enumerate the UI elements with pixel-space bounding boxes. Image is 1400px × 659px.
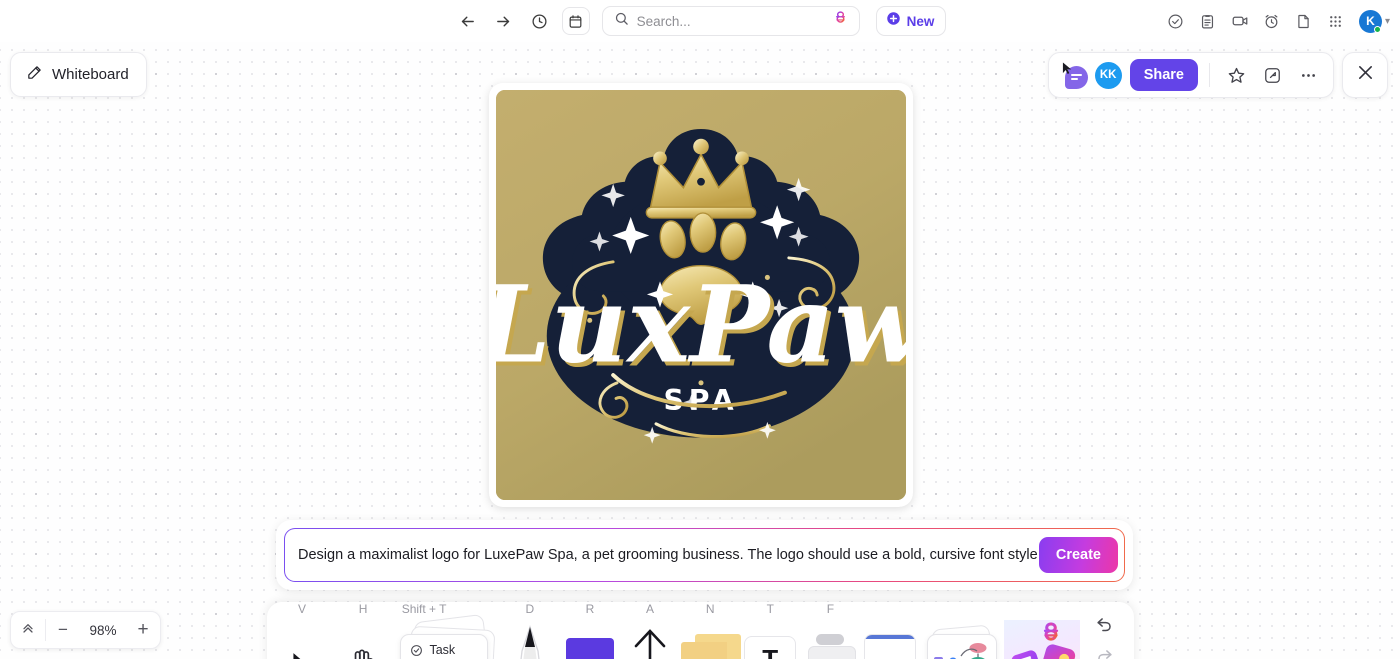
ellipsis-icon[interactable]	[1293, 60, 1323, 90]
close-icon	[1355, 62, 1376, 88]
star-icon[interactable]	[1221, 60, 1251, 90]
marker-pen-icon	[511, 624, 549, 659]
cursor-chat-icon[interactable]	[1059, 61, 1089, 89]
draw-tool[interactable]: D	[500, 602, 560, 659]
luxpaw-spa-logo-image: LuxPaw LuxPaw SPA	[496, 90, 906, 500]
frame-tool-shortcut: F	[826, 602, 835, 616]
zoom-out-button[interactable]: −	[46, 611, 80, 649]
frame-tool[interactable]: F	[800, 602, 860, 659]
user-avatar-menu[interactable]: K ▾	[1358, 9, 1390, 33]
expand-icon[interactable]	[1257, 60, 1287, 90]
collapse-toolbar-button[interactable]	[11, 611, 45, 649]
browser-top-bar: Search... New K ▾	[0, 0, 1400, 42]
clipboard-icon[interactable]	[1193, 6, 1223, 36]
apps-grid-icon[interactable]	[1321, 6, 1351, 36]
create-button[interactable]: Create	[1038, 537, 1118, 573]
whiteboard-title-chip[interactable]: Whiteboard	[10, 52, 147, 97]
template-tool[interactable]	[921, 620, 1004, 659]
hand-icon	[348, 645, 378, 659]
top-bar-right-group: K ▾	[1161, 6, 1390, 36]
image-tool[interactable]	[860, 620, 920, 659]
history-button[interactable]	[526, 7, 554, 35]
alarm-clock-icon[interactable]	[1257, 6, 1287, 36]
redo-icon[interactable]	[1090, 643, 1120, 659]
undo-redo-group	[1079, 602, 1130, 659]
search-input[interactable]: Search...	[601, 6, 860, 36]
rectangle-icon	[565, 638, 614, 659]
ai-sparkle-icon: T	[1009, 622, 1075, 659]
svg-text:LuxPaw: LuxPaw	[496, 262, 906, 386]
svg-text:SPA: SPA	[663, 384, 738, 417]
draw-tool-shortcut: D	[525, 602, 535, 616]
plus-circle-icon	[886, 11, 901, 31]
task-card-label: Task	[429, 643, 456, 657]
arrow-tool[interactable]: A	[620, 602, 680, 659]
sticky-tool-shortcut: N	[705, 602, 715, 616]
cursor-arrow-icon	[271, 624, 333, 659]
creation-toolbar: V H Shift + T Task D R A N T T F	[267, 602, 1134, 659]
shape-tool[interactable]: R	[560, 602, 620, 659]
share-button[interactable]: Share	[1129, 59, 1198, 91]
whiteboard-canvas[interactable]: Whiteboard KK Share LuxPaw LuxPaw SPA De…	[0, 42, 1400, 659]
arrow-up-icon	[633, 627, 667, 659]
pencil-square-icon	[26, 64, 43, 86]
flowchart-template-icon	[923, 624, 1001, 659]
shape-tool-shortcut: R	[585, 602, 595, 616]
frame-icon	[802, 634, 858, 659]
zoom-controls: − 98% +	[10, 611, 161, 649]
presence-indicator	[1374, 25, 1381, 33]
forward-button[interactable]	[490, 7, 518, 35]
arrow-tool-shortcut: A	[646, 602, 655, 616]
ai-prompt-bar: Design a maximalist logo for LuxePaw Spa…	[276, 520, 1133, 590]
document-icon[interactable]	[1289, 6, 1319, 36]
chevron-up-icon	[20, 620, 36, 641]
text-tool[interactable]: T T	[740, 602, 800, 659]
new-button[interactable]: New	[875, 6, 947, 36]
collaborator-avatar[interactable]: KK	[1094, 61, 1122, 89]
sticky-tool[interactable]: N	[680, 602, 742, 659]
image-icon	[864, 634, 917, 659]
whiteboard-title-label: Whiteboard	[52, 66, 129, 83]
hand-tool[interactable]: H	[333, 602, 393, 659]
select-tool[interactable]: V	[271, 602, 333, 659]
board-actions-cluster: KK Share	[1047, 52, 1388, 98]
zoom-in-button[interactable]: +	[126, 611, 160, 649]
sticky-note-icon	[681, 634, 742, 659]
tasks-tool[interactable]: Shift + T Task	[393, 602, 500, 659]
search-icon	[614, 11, 629, 31]
check-circle-icon[interactable]	[1161, 6, 1191, 36]
calendar-button[interactable]	[561, 7, 590, 35]
video-camera-icon[interactable]	[1225, 6, 1255, 36]
generated-image-card[interactable]: LuxPaw LuxPaw SPA	[489, 83, 913, 507]
task-cards-icon: Task	[394, 613, 498, 659]
chevron-down-icon: ▾	[1384, 15, 1390, 27]
close-button[interactable]	[1342, 52, 1388, 98]
ai-prompt-input[interactable]: Design a maximalist logo for LuxePaw Spa…	[284, 528, 1125, 582]
undo-icon[interactable]	[1090, 611, 1120, 637]
back-button[interactable]	[454, 7, 482, 35]
tasks-tool-shortcut: Shift + T	[401, 602, 447, 616]
ai-tool[interactable]: T	[1003, 620, 1080, 659]
search-placeholder: Search...	[636, 13, 691, 29]
ai-sparkle-icon[interactable]	[832, 10, 849, 32]
board-actions-pill: KK Share	[1047, 52, 1334, 98]
zoom-level-label: 98%	[89, 622, 117, 638]
actions-divider	[1209, 63, 1210, 87]
text-tool-shortcut: T	[766, 602, 774, 616]
select-tool-shortcut: V	[297, 602, 306, 616]
new-button-label: New	[906, 13, 935, 29]
text-t-icon: T	[744, 636, 797, 659]
ai-prompt-value: Design a maximalist logo for LuxePaw Spa…	[298, 547, 1038, 563]
